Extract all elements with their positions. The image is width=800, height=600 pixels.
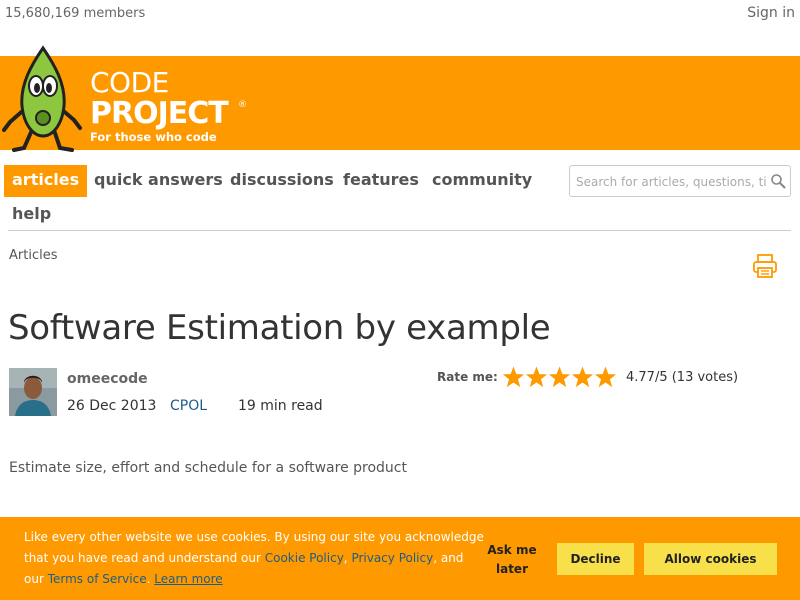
mascot-logo[interactable]	[2, 44, 84, 158]
nav-divider	[8, 230, 791, 231]
breadcrumb[interactable]: Articles	[9, 248, 57, 263]
search-box	[569, 165, 791, 197]
terms-of-service-link[interactable]: Terms of Service	[48, 572, 147, 586]
search-icon[interactable]	[770, 173, 786, 189]
allow-cookies-button[interactable]: Allow cookies	[644, 543, 777, 575]
nav-quick-answers[interactable]: quick answers	[86, 165, 231, 197]
star-icon[interactable]	[548, 364, 571, 390]
nav-articles[interactable]: articles	[4, 165, 88, 197]
nav-features[interactable]: features	[335, 165, 427, 197]
logo-project-text: PROJECT	[90, 96, 229, 131]
star-rating	[502, 364, 617, 390]
sign-in-link[interactable]: Sign in	[747, 5, 795, 21]
avatar[interactable]	[9, 368, 57, 416]
cookie-message: Like every other website we use cookies.…	[24, 527, 484, 590]
learn-more-link[interactable]: Learn more	[154, 572, 222, 586]
member-count: 15,680,169 members	[5, 6, 146, 21]
star-icon[interactable]	[502, 364, 525, 390]
license-link[interactable]: CPOL	[170, 398, 207, 414]
decline-button[interactable]: Decline	[557, 543, 634, 575]
author-name[interactable]: omeecode	[67, 371, 148, 387]
registered-mark: ®	[238, 100, 247, 110]
article-title: Software Estimation by example	[8, 308, 551, 348]
rating-summary: 4.77/5 (13 votes)	[626, 370, 739, 385]
cookie-banner: Like every other website we use cookies.…	[0, 517, 800, 600]
logo-wordmark[interactable]: CODE PROJECT ® For those who code	[90, 66, 247, 145]
top-bar: 15,680,169 members Sign in	[0, 0, 800, 28]
article-summary: Estimate size, effort and schedule for a…	[9, 460, 407, 476]
nav-help[interactable]: help	[4, 199, 59, 231]
search-input[interactable]	[576, 172, 766, 192]
article-date: 26 Dec 2013	[67, 398, 157, 414]
privacy-policy-link[interactable]: Privacy Policy	[351, 551, 433, 565]
print-icon[interactable]	[752, 253, 778, 279]
star-icon[interactable]	[571, 364, 594, 390]
star-icon[interactable]	[525, 364, 548, 390]
cookie-policy-link[interactable]: Cookie Policy	[265, 551, 344, 565]
star-icon[interactable]	[594, 364, 617, 390]
logo-code-text: CODE	[90, 66, 169, 99]
nav-community[interactable]: community	[424, 165, 540, 197]
nav-discussions[interactable]: discussions	[222, 165, 342, 197]
logo-tagline: For those who code	[90, 130, 217, 144]
ask-me-later-button[interactable]: Ask me later	[484, 541, 540, 579]
rate-label: Rate me:	[437, 370, 498, 384]
read-time: 19 min read	[238, 398, 323, 414]
